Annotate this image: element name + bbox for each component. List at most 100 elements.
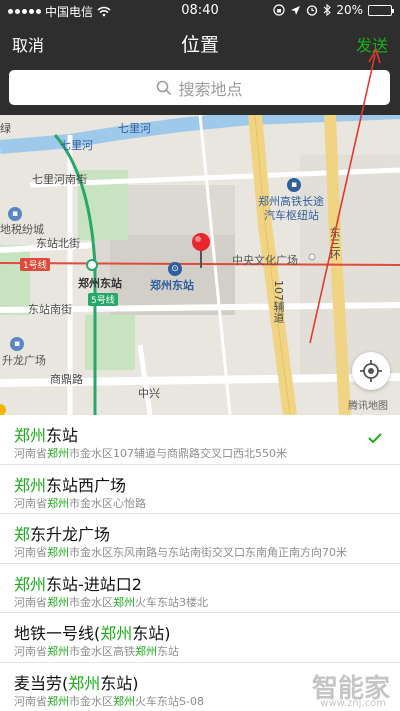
- map-label: 东三环: [328, 227, 341, 260]
- send-button[interactable]: 发送: [356, 32, 388, 56]
- address-part: 市金水区高铁: [69, 645, 135, 658]
- location-item[interactable]: 郑东升龙广场 河南省郑州市金水区东风南路与东站南街交叉口东南角正南方向70米: [0, 514, 400, 564]
- location-name: 麦当劳(郑州东站): [14, 670, 139, 694]
- location-name: 郑东升龙广场: [14, 521, 110, 545]
- battery-percent: 20%: [336, 3, 363, 17]
- page-title: 位置: [180, 34, 219, 56]
- bus-station-icon: ▪: [287, 178, 301, 192]
- address-part: 市金水区东风南路与东站南街交叉口东南角正南方向70米: [69, 546, 347, 559]
- line1-badge: 1号线: [20, 258, 50, 271]
- map-label: 绿: [0, 122, 11, 135]
- address-part: 市金水区107辅道与商鼎路交叉口西北550米: [69, 447, 287, 460]
- location-address: 河南省郑州市金水区郑州火车东站S-08: [14, 693, 204, 709]
- location-name: 郑州东站西广场: [14, 472, 126, 496]
- location-item[interactable]: 郑州东站 河南省郑州市金水区107辅道与商鼎路交叉口西北550米: [0, 415, 400, 465]
- map-view[interactable]: 七里河 七里河 七里河南街 ▪ 地税纷城 东站北街 1号线 郑州东站 5号线 东…: [0, 115, 400, 415]
- map-label: 郑州东站: [150, 279, 194, 292]
- location-name-highlight: 郑州: [14, 475, 47, 495]
- search-placeholder: 搜索地点: [178, 79, 243, 99]
- address-part: 东站: [157, 645, 179, 658]
- map-label: 商鼎路: [50, 373, 83, 386]
- address-part: 市金水区: [69, 595, 113, 609]
- status-right: 20%: [273, 3, 394, 17]
- location-name: 郑州东站-进站口2: [14, 571, 142, 595]
- location-name-rest: 东站): [132, 624, 171, 643]
- location-item[interactable]: 郑州东站-进站口2 河南省郑州市金水区郑州火车东站3楼北: [0, 564, 400, 613]
- map-label: 汽车枢纽站: [264, 209, 319, 222]
- map-label: 107辅道: [272, 280, 285, 323]
- location-name-rest: 东站-进站口2: [46, 574, 142, 594]
- crosshair-icon: [360, 360, 382, 382]
- locate-me-button[interactable]: [352, 352, 390, 390]
- map-label: 七里河: [60, 139, 93, 152]
- address-part: 市金水区: [69, 694, 113, 708]
- location-name-highlight: 郑州: [68, 673, 101, 693]
- address-part: 河南省: [14, 496, 47, 510]
- watermark-url: www.znj.com: [320, 698, 386, 709]
- address-part: 郑州: [47, 645, 69, 658]
- address-part: 河南省: [14, 645, 47, 658]
- location-name-highlight: 郑州: [14, 574, 47, 594]
- map-label: 中央文化广场: [232, 254, 298, 267]
- map-label: 郑州东站: [78, 277, 122, 290]
- address-part: 郑州: [47, 546, 69, 559]
- status-bar: 中国电信 08:40 20%: [0, 0, 400, 22]
- checkmark-icon: [368, 433, 382, 443]
- nav-bar: 取消 位置 发送: [0, 22, 400, 64]
- map-label: 东站北街: [36, 237, 80, 250]
- address-part: 郑州: [135, 645, 157, 658]
- location-item[interactable]: 郑州东站西广场 河南省郑州市金水区心怡路: [0, 465, 400, 514]
- location-address: 河南省郑州市金水区东风南路与东站南街交叉口东南角正南方向70米: [14, 544, 347, 560]
- location-name-rest: 东站西广场: [46, 475, 127, 495]
- location-name-rest: 东站: [46, 426, 79, 445]
- address-part: 河南省: [14, 694, 47, 708]
- address-part: 市金水区心怡路: [69, 496, 146, 510]
- poi-icon: ▪: [8, 207, 22, 221]
- location-item[interactable]: 地铁一号线(郑州东站) 河南省郑州市金水区高铁郑州东站: [0, 613, 400, 663]
- address-part: 火车东站S-08: [135, 694, 204, 708]
- bluetooth-icon: [323, 4, 332, 16]
- location-address: 河南省郑州市金水区高铁郑州东站: [14, 643, 179, 659]
- location-name-highlight: 郑: [14, 525, 31, 544]
- location-name-rest: 东站): [100, 673, 139, 693]
- address-part: 河南省: [14, 447, 47, 460]
- address-part: 郑州: [47, 447, 69, 460]
- address-part: 郑州: [47, 694, 69, 708]
- map-label: 七里河: [118, 122, 151, 135]
- address-part: 河南省: [14, 595, 47, 609]
- train-station-icon: ⊙: [168, 262, 182, 276]
- location-address: 河南省郑州市金水区107辅道与商鼎路交叉口西北550米: [14, 445, 287, 461]
- location-name: 郑州东站: [14, 422, 78, 446]
- map-label: 七里河南街: [32, 173, 87, 186]
- map-label: 中兴: [138, 387, 160, 400]
- rotation-lock-icon: [273, 4, 285, 16]
- watermark: 智能家 www.znj.com: [312, 668, 390, 709]
- location-arrow-icon: [291, 5, 301, 15]
- location-picker-screen: 中国电信 08:40 20% 取消 位置 发送 搜索地点 七里河 七里河 七里河…: [0, 0, 400, 711]
- location-list: 郑州东站 河南省郑州市金水区107辅道与商鼎路交叉口西北550米 郑州东站西广场 河南…: [0, 415, 400, 711]
- map-label: 东站南街: [28, 303, 72, 316]
- search-bar[interactable]: 搜索地点: [9, 70, 390, 105]
- location-address: 河南省郑州市金水区郑州火车东站3楼北: [14, 594, 208, 610]
- address-part: 郑州: [47, 595, 69, 609]
- top-bar: 中国电信 08:40 20% 取消 位置 发送 搜索地点: [0, 0, 400, 115]
- map-attribution: 腾讯地图: [348, 401, 388, 412]
- address-part: 郑州: [113, 694, 135, 708]
- location-pin-icon: [192, 233, 210, 268]
- address-part: 河南省: [14, 546, 47, 559]
- address-part: 郑州: [47, 496, 69, 510]
- address-part: 火车东站3楼北: [135, 595, 208, 609]
- location-name-highlight: 郑州: [14, 426, 47, 445]
- poi-icon: ▪: [10, 337, 24, 351]
- map-label: 升龙广场: [2, 354, 46, 367]
- address-part: 郑州: [113, 595, 135, 609]
- line5-badge: 5号线: [88, 293, 118, 306]
- location-address: 河南省郑州市金水区心怡路: [14, 495, 146, 511]
- search-icon: [157, 80, 172, 95]
- location-name-prefix: 地铁一号线(: [14, 624, 101, 643]
- location-name-rest: 东升龙广场: [30, 525, 111, 544]
- location-name-highlight: 郑州: [100, 624, 133, 643]
- alarm-icon: [307, 5, 318, 16]
- location-name: 地铁一号线(郑州东站): [14, 620, 171, 644]
- location-name-prefix: 麦当劳(: [14, 673, 69, 693]
